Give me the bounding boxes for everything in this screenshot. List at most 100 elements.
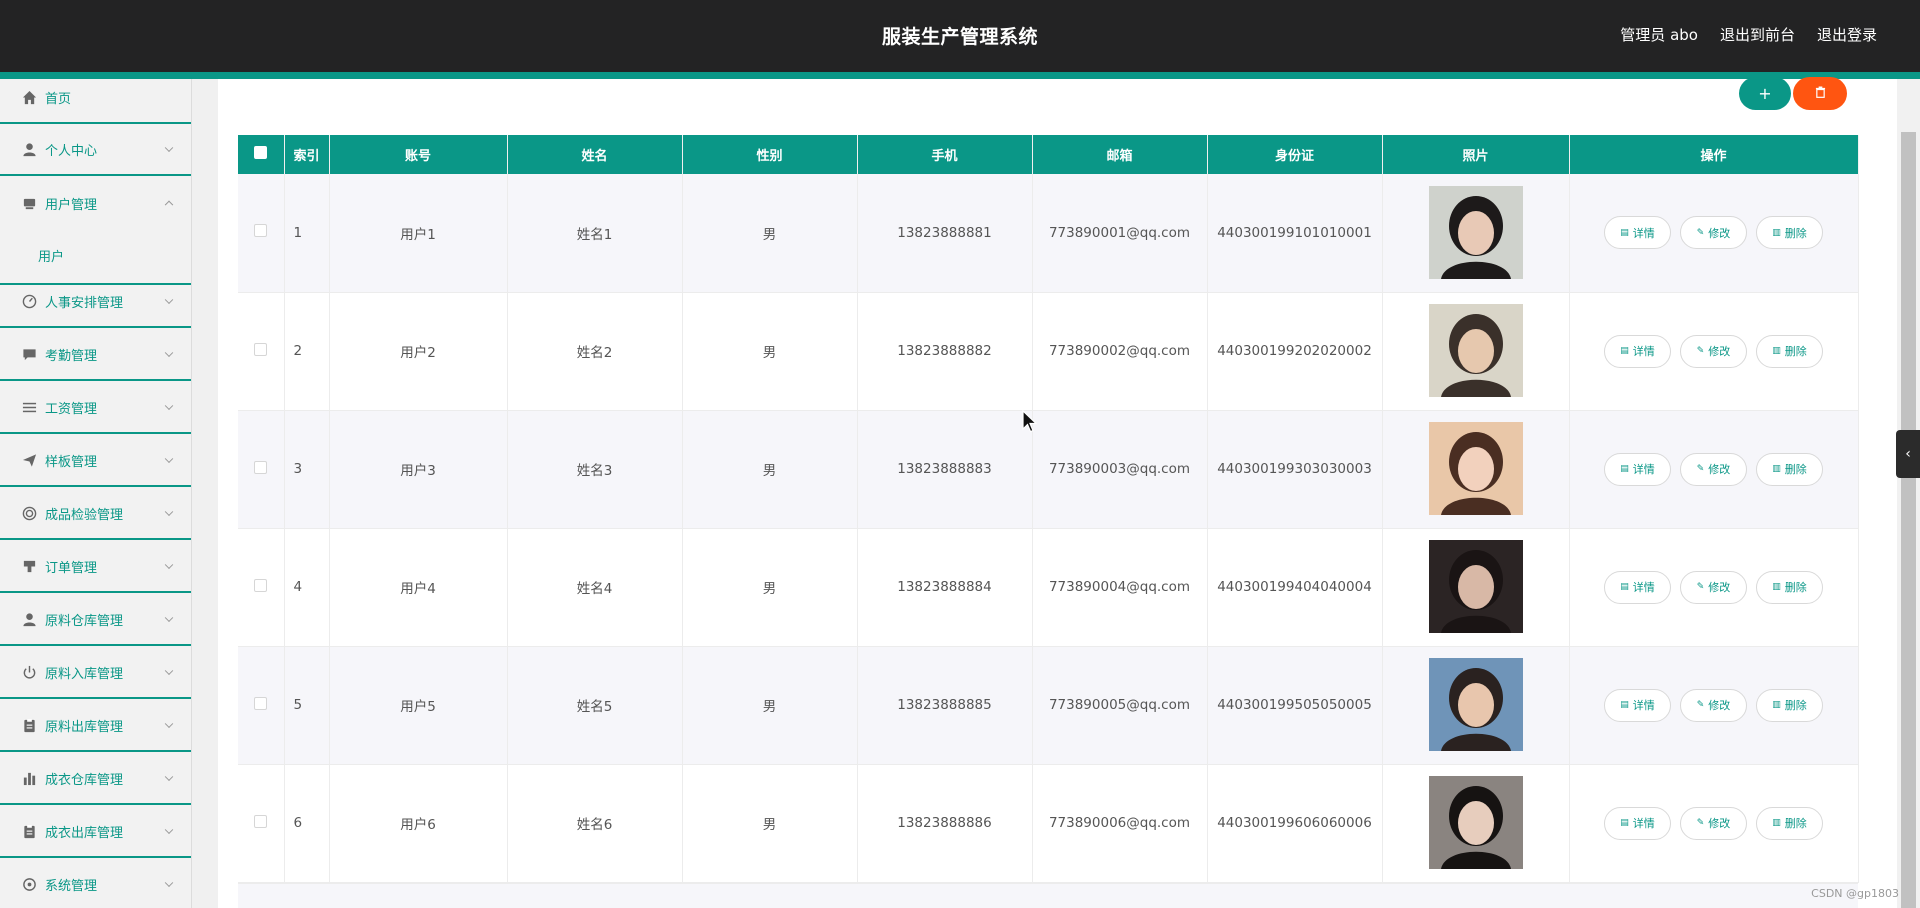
- top-links: 管理员 abo 退出到前台 退出登录: [1620, 24, 1877, 45]
- chevron-down-icon: [164, 666, 174, 676]
- cell-phone: 13823888881: [857, 174, 1033, 293]
- sidebar-item-label: 用户管理: [45, 197, 98, 213]
- row-checkbox[interactable]: [254, 342, 268, 356]
- cell-photo: [1382, 764, 1570, 883]
- sidebar-item-garment-outbound[interactable]: 成衣出库管理: [0, 806, 191, 858]
- sidebar-item-salary[interactable]: 工资管理: [0, 382, 191, 434]
- sidebar-item-garment-warehouse[interactable]: 成衣仓库管理: [0, 753, 191, 805]
- sidebar-item-material-warehouse[interactable]: 原料仓库管理: [0, 594, 191, 646]
- edit-button[interactable]: ✎ 修改: [1680, 452, 1747, 486]
- delete-button-label: 删除: [1784, 463, 1807, 476]
- admin-user-link[interactable]: 管理员 abo: [1620, 24, 1698, 45]
- sidebar-item-material-outbound[interactable]: 原料出库管理: [0, 700, 191, 752]
- detail-button[interactable]: ▤ 详情: [1604, 452, 1671, 486]
- cell-name: 姓名4: [507, 528, 683, 647]
- delete-button[interactable]: ▥ 删除: [1756, 688, 1823, 722]
- row-checkbox[interactable]: [254, 460, 268, 474]
- cell-email: 773890005@qq.com: [1032, 646, 1208, 765]
- detail-button-label: 详情: [1632, 817, 1655, 830]
- delete-button[interactable]: ▥ 删除: [1756, 216, 1823, 250]
- edit-button[interactable]: ✎ 修改: [1680, 806, 1747, 840]
- edit-button[interactable]: ✎ 修改: [1680, 688, 1747, 722]
- cell-actions: ▤ 详情 ✎ 修改 ▥ 删除: [1569, 646, 1859, 765]
- collapse-panel-toggle[interactable]: ‹: [1896, 430, 1920, 478]
- table-row: 4 用户4 姓名4 男 13823888884 773890004@qq.com…: [238, 528, 1859, 647]
- sidebar-item-personnel[interactable]: 人事安排管理: [0, 276, 191, 328]
- exit-to-frontend-link[interactable]: 退出到前台: [1720, 24, 1795, 45]
- column-header-email: 邮箱: [1032, 135, 1208, 174]
- delete-button[interactable]: ▥ 删除: [1756, 334, 1823, 368]
- user-photo[interactable]: [1428, 776, 1523, 869]
- chevron-down-icon: [164, 772, 174, 782]
- delete-button[interactable]: ▥ 删除: [1756, 570, 1823, 604]
- row-checkbox[interactable]: [254, 696, 268, 710]
- cell-index: 6: [284, 764, 330, 883]
- mouse-cursor-icon: [1022, 409, 1038, 438]
- sidebar-item-profile[interactable]: 个人中心: [0, 124, 191, 176]
- chart-icon: [22, 771, 37, 786]
- user-photo[interactable]: [1428, 422, 1523, 515]
- detail-button-label: 详情: [1632, 345, 1655, 358]
- edit-button[interactable]: ✎ 修改: [1680, 216, 1747, 250]
- column-header-index: 索引: [284, 135, 330, 174]
- detail-button[interactable]: ▤ 详情: [1604, 334, 1671, 368]
- row-checkbox[interactable]: [254, 224, 268, 238]
- document-icon: ▤: [1620, 818, 1629, 828]
- table-row: 3 用户3 姓名3 男 13823888883 773890003@qq.com…: [238, 410, 1859, 529]
- detail-button[interactable]: ▤ 详情: [1604, 216, 1671, 250]
- sidebar-item-system[interactable]: 系统管理: [0, 859, 191, 908]
- row-checkbox[interactable]: [254, 814, 268, 828]
- table-row: 5 用户5 姓名5 男 13823888885 773890005@qq.com…: [238, 646, 1859, 765]
- cell-name: 姓名3: [507, 410, 683, 529]
- cell-id-card: 440300199404040004: [1207, 528, 1383, 647]
- row-select-cell: [238, 528, 285, 647]
- cell-email: 773890002@qq.com: [1032, 292, 1208, 411]
- add-button[interactable]: +: [1739, 77, 1791, 110]
- document-icon: ▤: [1620, 227, 1629, 238]
- cell-name: 姓名1: [507, 174, 683, 293]
- cell-photo: [1382, 646, 1570, 765]
- logout-link[interactable]: 退出登录: [1817, 24, 1877, 45]
- sidebar-item-sample[interactable]: 样板管理: [0, 435, 191, 487]
- cell-photo: [1382, 292, 1570, 411]
- sidebar-item-inspection[interactable]: 成品检验管理: [0, 488, 191, 540]
- sidebar-item-orders[interactable]: 订单管理: [0, 541, 191, 593]
- row-actions: ▤ 详情 ✎ 修改 ▥ 删除: [1570, 806, 1858, 840]
- cell-name: 姓名6: [507, 764, 683, 883]
- sidebar-item-label: 原料仓库管理: [45, 613, 124, 629]
- batch-delete-button[interactable]: [1793, 77, 1847, 110]
- pencil-icon: ✎: [1696, 346, 1705, 356]
- sidebar-item-home[interactable]: 首页: [0, 79, 191, 124]
- cell-index: 1: [284, 174, 330, 293]
- delete-button[interactable]: ▥ 删除: [1756, 806, 1823, 840]
- select-all-header: [238, 135, 285, 174]
- user-photo[interactable]: [1428, 658, 1523, 751]
- sidebar-item-label: 原料出库管理: [45, 719, 124, 735]
- detail-button[interactable]: ▤ 详情: [1604, 806, 1671, 840]
- sidebar-item-user-management[interactable]: 用户管理: [0, 177, 191, 229]
- delete-button-label: 删除: [1784, 817, 1807, 830]
- cell-actions: ▤ 详情 ✎ 修改 ▥ 删除: [1569, 528, 1859, 647]
- delete-button-label: 删除: [1784, 345, 1807, 358]
- select-all-checkbox[interactable]: [254, 146, 268, 159]
- ring-icon: [22, 506, 37, 521]
- edit-button[interactable]: ✎ 修改: [1680, 334, 1747, 368]
- send-icon: [22, 453, 37, 468]
- edit-button[interactable]: ✎ 修改: [1680, 570, 1747, 604]
- cell-account: 用户3: [329, 410, 508, 529]
- scrollbar-thumb[interactable]: [1901, 132, 1916, 908]
- sidebar-item-attendance[interactable]: 考勤管理: [0, 329, 191, 381]
- detail-button[interactable]: ▤ 详情: [1604, 570, 1671, 604]
- row-checkbox[interactable]: [254, 578, 268, 592]
- pencil-icon: ✎: [1696, 582, 1705, 592]
- detail-button-label: 详情: [1632, 463, 1655, 476]
- row-actions: ▤ 详情 ✎ 修改 ▥ 删除: [1570, 334, 1858, 368]
- document-icon: ▤: [1620, 582, 1629, 592]
- cell-phone: 13823888886: [857, 764, 1033, 883]
- user-photo[interactable]: [1428, 304, 1523, 397]
- sidebar-item-material-inbound[interactable]: 原料入库管理: [0, 647, 191, 699]
- detail-button[interactable]: ▤ 详情: [1604, 688, 1671, 722]
- delete-button[interactable]: ▥ 删除: [1756, 452, 1823, 486]
- user-photo[interactable]: [1428, 185, 1523, 279]
- user-photo[interactable]: [1428, 540, 1523, 633]
